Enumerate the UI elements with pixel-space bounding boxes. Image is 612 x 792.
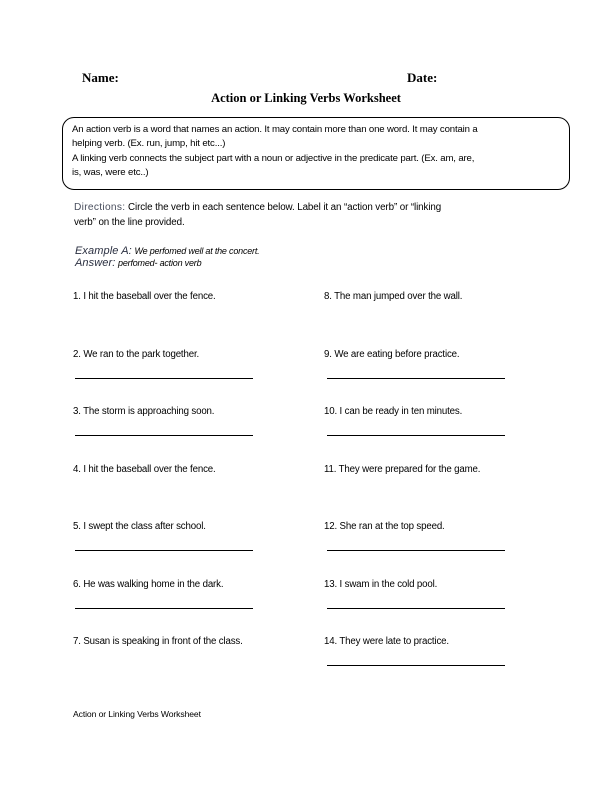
- directions-text-line-2: verb” on the line provided.: [74, 216, 185, 228]
- example-block: Example A: We perfomed well at the conce…: [75, 245, 260, 269]
- answer-line[interactable]: [75, 550, 253, 552]
- question-text: 2. We ran to the park together.: [73, 348, 200, 360]
- name-label: Name:: [82, 70, 119, 85]
- answer-line[interactable]: [327, 665, 505, 667]
- example-sentence: We perfomed well at the concert.: [134, 246, 260, 256]
- answer-line[interactable]: [327, 607, 505, 609]
- question-text: 12. She ran at the top speed.: [324, 521, 445, 532]
- question-text: 9. We are eating before practice.: [324, 348, 460, 360]
- linking-verb-definition-line-1: A linking verb connects the subject part…: [72, 152, 475, 164]
- definition-box: An action verb is a word that names an a…: [62, 117, 570, 190]
- answer-line[interactable]: [327, 377, 505, 379]
- action-verb-definition-line-1: An action verb is a word that names an a…: [72, 124, 478, 135]
- question-text: 14. They were late to practice.: [324, 636, 449, 647]
- question-text: 3. The storm is approaching soon.: [73, 406, 215, 417]
- question-text: 5. I swept the class after school.: [73, 521, 206, 532]
- question-text: 13. I swam in the cold pool.: [324, 578, 438, 590]
- answer-line[interactable]: [75, 377, 253, 379]
- question-text: 4. I hit the baseball over the fence.: [73, 463, 216, 475]
- directions-text-line-1: Circle the verb in each sentence below. …: [128, 202, 442, 213]
- linking-verb-definition-line-2: is, was, were etc..): [72, 166, 149, 178]
- question-text: 6. He was walking home in the dark.: [73, 578, 224, 590]
- question-text: 7. Susan is speaking in front of the cla…: [73, 636, 243, 647]
- answer-line[interactable]: [327, 435, 505, 437]
- footer-text: Action or Linking Verbs Worksheet: [73, 709, 201, 719]
- worksheet-title: Action or Linking Verbs Worksheet: [211, 91, 401, 105]
- question-text: 10. I can be ready in ten minutes.: [324, 406, 463, 417]
- question-text: 8. The man jumped over the wall.: [324, 291, 463, 302]
- question-text: 11. They were prepared for the game.: [324, 463, 481, 475]
- question-text: 1. I hit the baseball over the fence.: [73, 291, 216, 302]
- example-answer: perfomed- action verb: [118, 258, 202, 268]
- directions: Directions: Circle the verb in each sent…: [74, 201, 534, 230]
- example-label: Example A:: [75, 245, 132, 257]
- answer-label: Answer:: [75, 257, 116, 269]
- date-label: Date:: [407, 70, 438, 85]
- answer-line[interactable]: [75, 607, 253, 609]
- answer-line[interactable]: [75, 435, 253, 437]
- answer-line[interactable]: [327, 550, 505, 552]
- action-verb-definition-line-2: helping verb. (Ex. run, jump, hit etc...…: [72, 138, 226, 150]
- directions-label: Directions:: [74, 202, 126, 213]
